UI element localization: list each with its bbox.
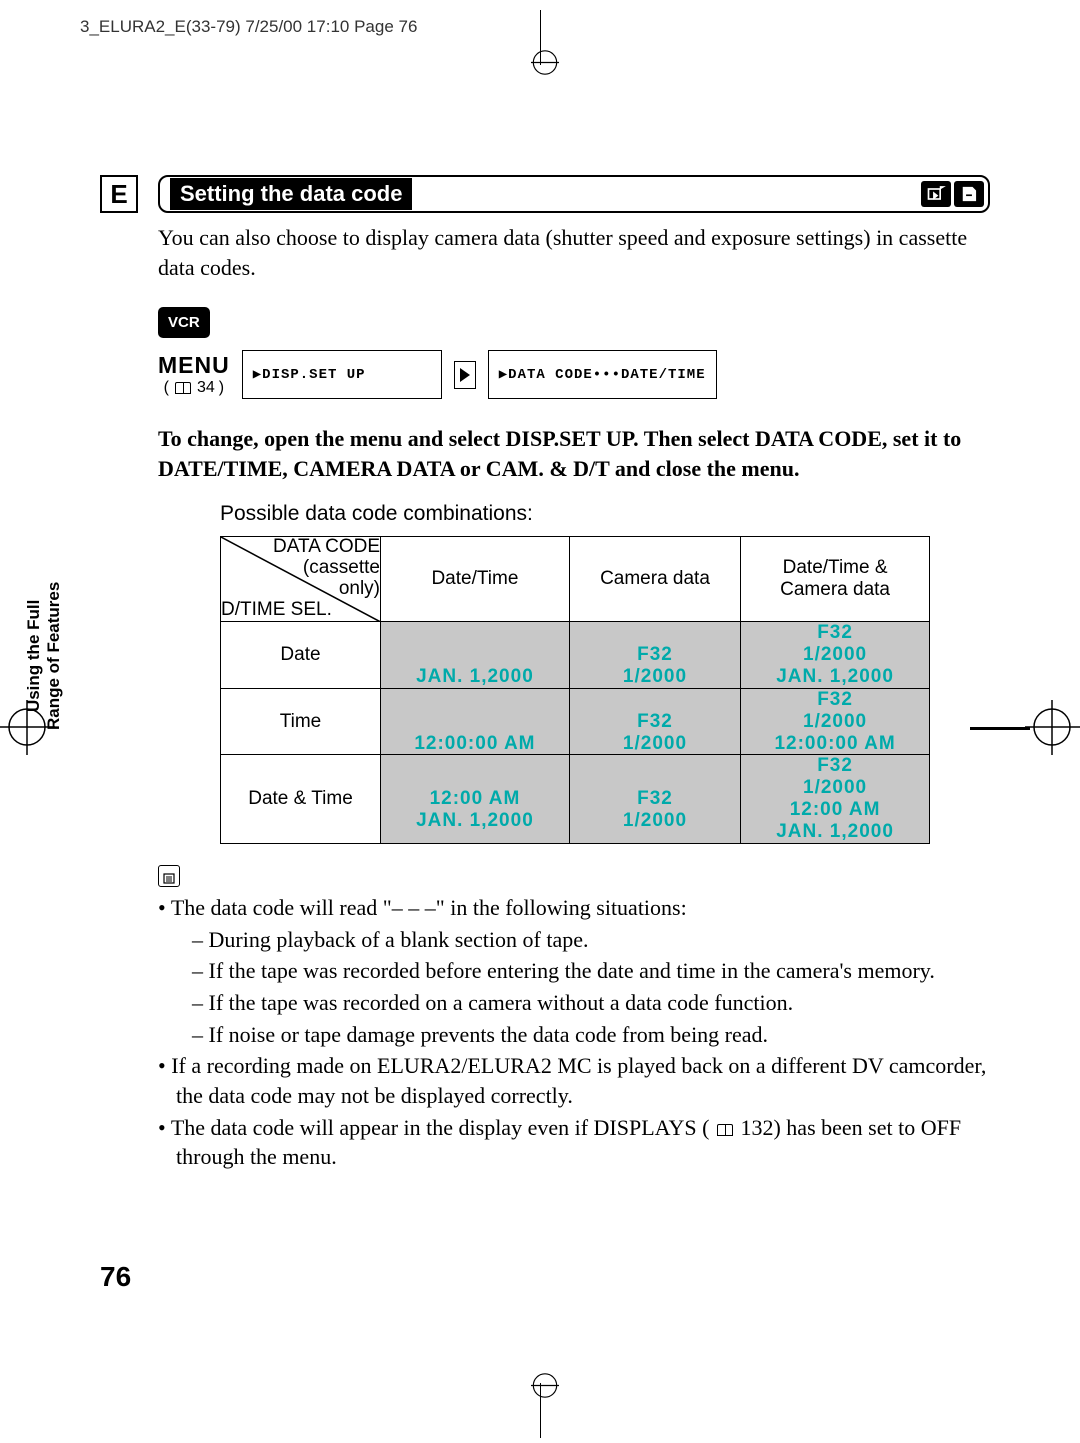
language-indicator: E [100,175,138,213]
data-cell: F32 1/2000 [569,755,740,843]
section-heading-bar: Setting the data code [158,175,990,213]
bold-instruction: To change, open the menu and select DISP… [158,424,990,483]
corner-top3: only) [339,578,380,599]
print-header: 3_ELURA2_E(33-79) 7/25/00 17:10 Page 76 [80,17,417,37]
menu-path-row: MENU ( 34) ▶DISP.SET UP ▶DATA CODE•••DAT… [158,350,990,399]
card-icon [954,181,984,207]
row-label: Time [221,688,381,755]
lcd-display-2: ▶DATA CODE•••DATE/TIME [488,350,717,399]
table-corner-cell: DATA CODE (cassette only) D/TIME SEL. [221,536,381,622]
vcr-mode-badge: VCR [158,307,210,338]
note-dash-1: – During playback of a blank section of … [158,925,990,955]
menu-button-label: MENU ( 34) [158,352,230,397]
col-header-1: Date/Time [381,536,570,622]
corner-top1: DATA CODE [273,536,380,557]
arrow-next-icon [454,361,476,389]
note-bullet-1: • The data code will read "– – –" in the… [158,893,990,923]
note-bullet-3: • The data code will appear in the displ… [158,1113,990,1172]
note-icon [158,865,180,887]
corner-bottom: D/TIME SEL. [221,599,380,621]
data-cell: 12:00:00 AM [381,688,570,755]
mode-icons [921,181,984,207]
menu-ref-num: 34 [197,379,215,397]
menu-page-ref: ( 34) [164,379,224,397]
data-cell: F32 1/2000 [569,688,740,755]
col-header-2: Camera data [569,536,740,622]
row-label: Date & Time [221,755,381,843]
table-row: Date JAN. 1,2000 F32 1/2000F32 1/2000 JA… [221,622,930,689]
data-cell: F32 1/2000 [569,622,740,689]
sidebar-line2: Range of Features [44,582,63,730]
data-code-table: DATA CODE (cassette only) D/TIME SEL. Da… [220,536,930,844]
table-row: Time 12:00:00 AM F32 1/2000F32 1/2000 12… [221,688,930,755]
col-header-3: Date/Time & Camera data [741,536,930,622]
registration-mark-right [1025,700,1080,755]
sidebar-line1: Using the Full [24,600,43,712]
crop-mark-bottom [510,1368,580,1438]
data-cell: F32 1/2000 12:00:00 AM [741,688,930,755]
data-cell: 12:00 AM JAN. 1,2000 [381,755,570,843]
crop-mark-top [510,10,580,80]
sidebar-section-label: Using the Full Range of Features [24,582,64,730]
note-dash-4: – If noise or tape damage prevents the d… [158,1020,990,1050]
data-cell: F32 1/2000 JAN. 1,2000 [741,622,930,689]
table-row: Date & Time 12:00 AM JAN. 1,2000 F32 1/2… [221,755,930,843]
book-icon [175,382,191,394]
table-header-row: DATA CODE (cassette only) D/TIME SEL. Da… [221,536,930,622]
intro-paragraph: You can also choose to display camera da… [158,223,990,282]
playback-icon [921,181,951,207]
notes-block: • The data code will read "– – –" in the… [158,862,990,1172]
table-caption: Possible data code combinations: [220,502,990,526]
corner-top2: (cassette [303,557,380,578]
book-icon [717,1124,733,1136]
section-title: Setting the data code [170,178,412,210]
lcd-display-1: ▶DISP.SET UP [242,350,442,399]
menu-word: MENU [158,352,230,379]
note-bullet-2: • If a recording made on ELURA2/ELURA2 M… [158,1051,990,1110]
data-cell: F32 1/2000 12:00 AM JAN. 1,2000 [741,755,930,843]
note-dash-2: – If the tape was recorded before enteri… [158,956,990,986]
page-number: 76 [100,1261,131,1293]
note-dash-3: – If the tape was recorded on a camera w… [158,988,990,1018]
row-label: Date [221,622,381,689]
data-cell: JAN. 1,2000 [381,622,570,689]
